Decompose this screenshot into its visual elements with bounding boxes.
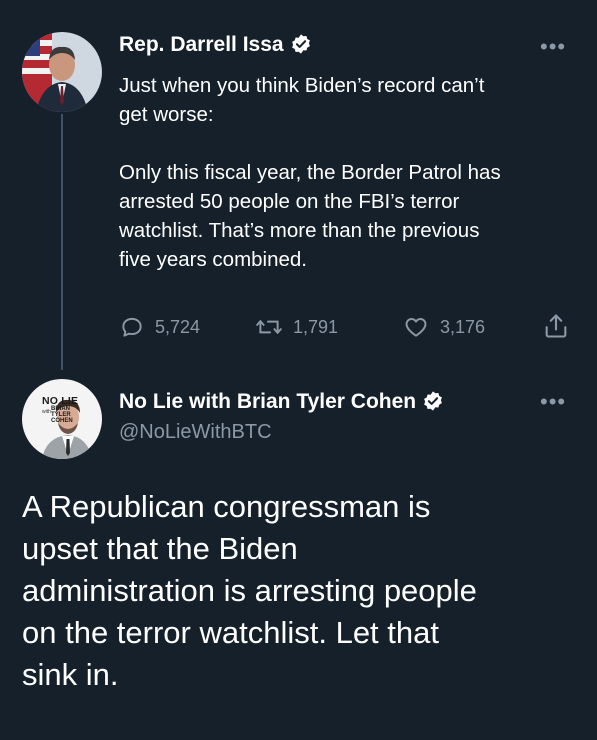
- cohen-tweet-text: A Republican congressman is upset that t…: [22, 489, 477, 692]
- issa-author-name[interactable]: Rep. Darrell Issa: [119, 33, 284, 56]
- verified-badge-icon: [290, 33, 312, 60]
- share-icon: [545, 314, 567, 338]
- issa-avatar[interactable]: [22, 32, 102, 112]
- reply-count: 5,724: [155, 316, 201, 337]
- issa-tweet-text: Just when you think Biden’s record can’t…: [119, 74, 501, 271]
- like-button[interactable]: 3,176: [402, 314, 485, 340]
- issa-avatar-image: [22, 32, 102, 112]
- cohen-avatar[interactable]: NO LIE with BRIAN TYLER COHEN: [22, 379, 102, 459]
- thread-connector-line: [61, 114, 63, 370]
- cohen-author-name[interactable]: No Lie with Brian Tyler Cohen: [119, 390, 416, 413]
- retweet-icon: [256, 320, 282, 334]
- reply-button[interactable]: 5,724: [119, 314, 200, 340]
- retweet-count: 1,791: [293, 316, 339, 337]
- avatar-logo-name: BRIAN TYLER COHEN: [51, 406, 73, 424]
- avatar-logo-with: with: [42, 409, 51, 415]
- like-count: 3,176: [440, 316, 486, 337]
- cohen-header: No Lie with Brian Tyler Cohen: [119, 390, 444, 417]
- share-button[interactable]: [542, 312, 570, 340]
- issa-action-bar: 5,724 1,791 3,176: [119, 312, 579, 344]
- like-icon: [405, 318, 427, 337]
- avatar-logo-line4: COHEN: [51, 418, 73, 424]
- issa-header: Rep. Darrell Issa: [119, 33, 312, 60]
- cohen-handle[interactable]: @NoLieWithBTC: [119, 421, 272, 444]
- reply-icon: [122, 317, 142, 337]
- more-options-icon[interactable]: •••: [540, 391, 566, 413]
- verified-badge-icon: [422, 390, 444, 417]
- more-options-icon[interactable]: •••: [540, 36, 566, 58]
- retweet-button[interactable]: 1,791: [255, 314, 338, 340]
